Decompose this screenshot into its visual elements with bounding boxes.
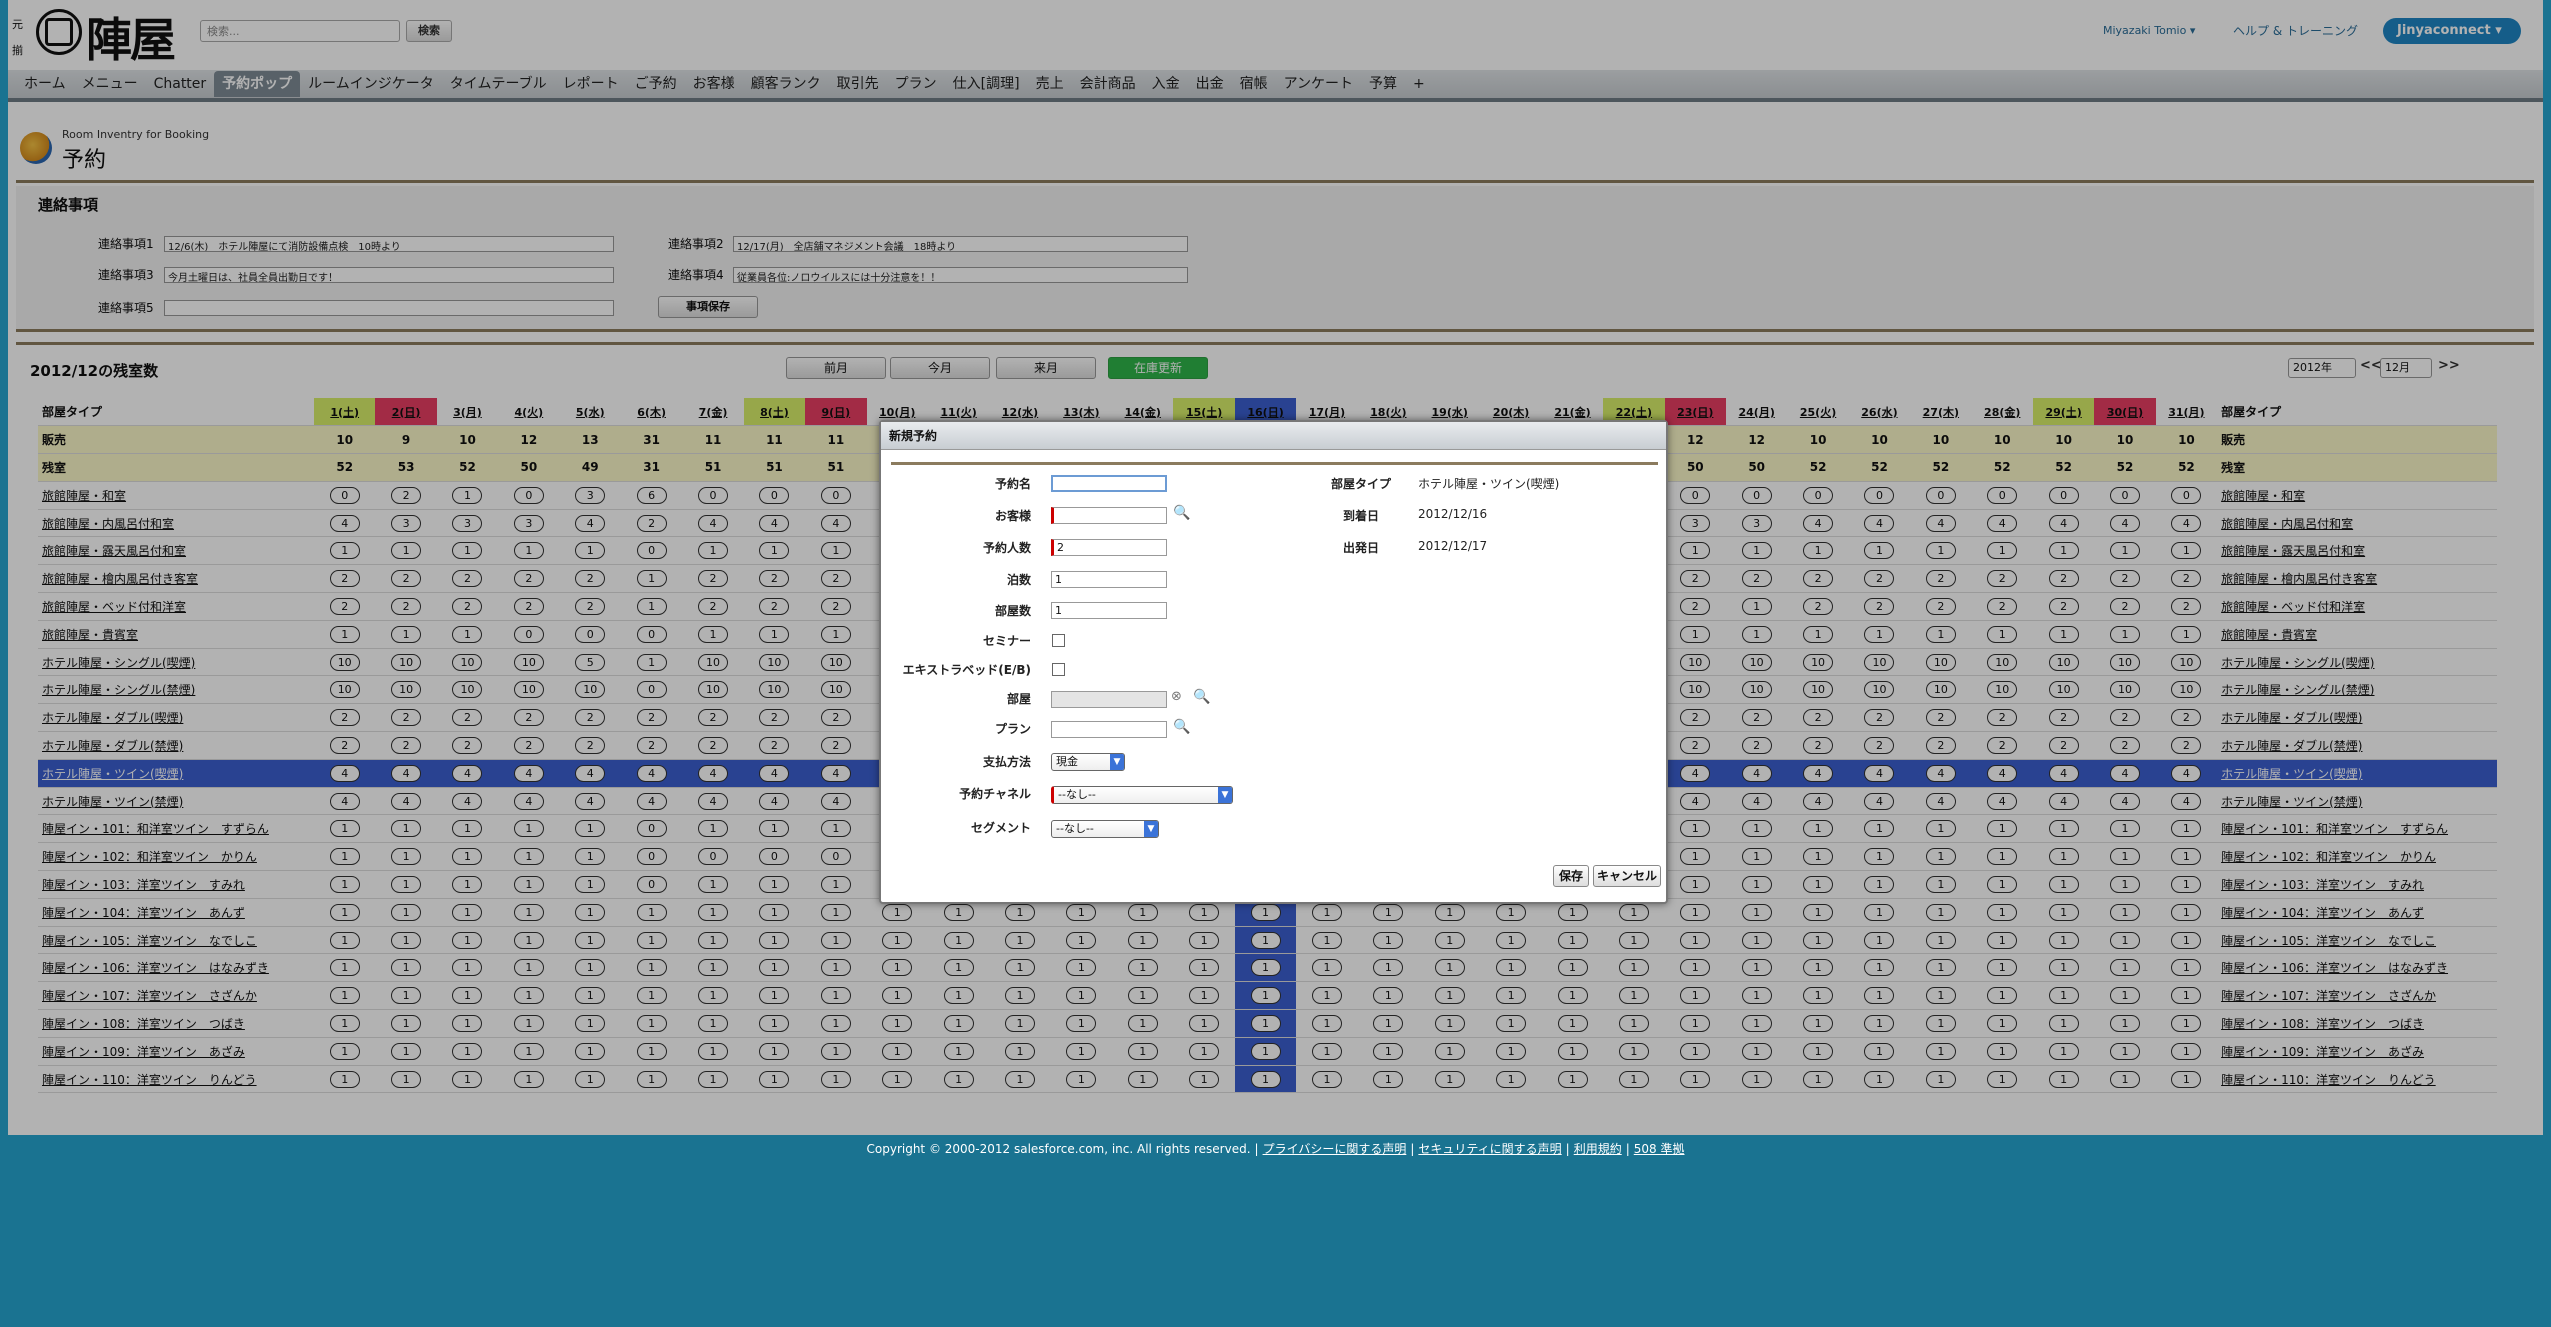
footer-link[interactable]: 利用規約 [1574, 1142, 1622, 1156]
room-label: 部屋 [1006, 692, 1031, 706]
chevron-down-icon: ▼ [1218, 787, 1232, 803]
booking-name-label: 予約名 [994, 477, 1031, 491]
plan-input[interactable] [1051, 721, 1167, 738]
nights-input[interactable]: 1 [1051, 571, 1167, 588]
room-lookup-icon[interactable]: 🔍 [1193, 689, 1210, 705]
booking-name-input[interactable] [1051, 475, 1167, 492]
room-count-input[interactable]: 1 [1051, 602, 1167, 619]
seminar-checkbox[interactable] [1052, 634, 1065, 647]
clear-icon[interactable]: ⊗ [1171, 689, 1182, 704]
departure-label: 出発日 [1343, 541, 1380, 555]
extra-bed-label: エキストラベッド(E/B) [902, 663, 1031, 677]
chevron-down-icon: ▼ [1110, 754, 1124, 770]
guests-label: 予約人数 [982, 541, 1031, 555]
chevron-down-icon: ▼ [1144, 821, 1158, 837]
room-count-label: 部屋数 [994, 604, 1031, 618]
dialog-title: 新規予約 [881, 422, 1666, 450]
footer-link[interactable]: プライバシーに関する声明 [1263, 1142, 1407, 1156]
segment-select[interactable]: --なし-- ▼ [1051, 820, 1159, 838]
footer-link[interactable]: セキュリティに関する声明 [1418, 1142, 1561, 1156]
footer-separator: | [1254, 1142, 1259, 1156]
copyright: Copyright © 2000-2012 salesforce.com, in… [866, 1142, 1251, 1156]
save-button[interactable]: 保存 [1553, 865, 1589, 887]
segment-label: セグメント [970, 821, 1031, 835]
customer-lookup-icon[interactable]: 🔍 [1173, 505, 1190, 521]
plan-label: プラン [994, 722, 1031, 736]
room-input[interactable] [1051, 691, 1167, 708]
dialog-body: 予約名 お客様 🔍 予約人数 2 泊数 1 部屋数 1 セミナー エキストラベッ… [891, 462, 1661, 902]
footer-separator: | [1565, 1142, 1570, 1156]
payment-select-value: 現金 [1056, 755, 1078, 768]
segment-select-value: --なし-- [1056, 822, 1094, 835]
room-type-label: 部屋タイプ [1331, 477, 1392, 491]
nights-label: 泊数 [1006, 573, 1031, 587]
arrival-value: 2012/12/16 [1418, 507, 1488, 521]
customer-input[interactable] [1051, 507, 1167, 524]
channel-select[interactable]: --なし-- ▼ [1051, 786, 1233, 804]
footer-separator: | [1410, 1142, 1415, 1156]
footer-link[interactable]: 508 準拠 [1634, 1142, 1685, 1156]
room-type-value: ホテル陣屋・ツイン(喫煙) [1418, 477, 1560, 491]
seminar-label: セミナー [982, 634, 1031, 648]
arrival-label: 到着日 [1343, 509, 1380, 523]
plan-lookup-icon[interactable]: 🔍 [1173, 719, 1190, 735]
payment-label: 支払方法 [982, 755, 1031, 769]
extra-bed-checkbox[interactable] [1052, 663, 1065, 676]
new-booking-dialog: 新規予約 予約名 お客様 🔍 予約人数 2 泊数 1 部屋数 1 セミナー エキ… [879, 420, 1668, 904]
cancel-button[interactable]: キャンセル [1593, 865, 1661, 887]
channel-label: 予約チャネル [959, 787, 1031, 801]
departure-value: 2012/12/17 [1418, 539, 1488, 553]
channel-select-value: --なし-- [1058, 788, 1096, 801]
footer: Copyright © 2000-2012 salesforce.com, in… [0, 1140, 2551, 1157]
footer-separator: | [1625, 1142, 1630, 1156]
customer-label: お客様 [994, 509, 1031, 523]
payment-select[interactable]: 現金 ▼ [1051, 753, 1125, 771]
guests-input[interactable]: 2 [1051, 539, 1167, 556]
